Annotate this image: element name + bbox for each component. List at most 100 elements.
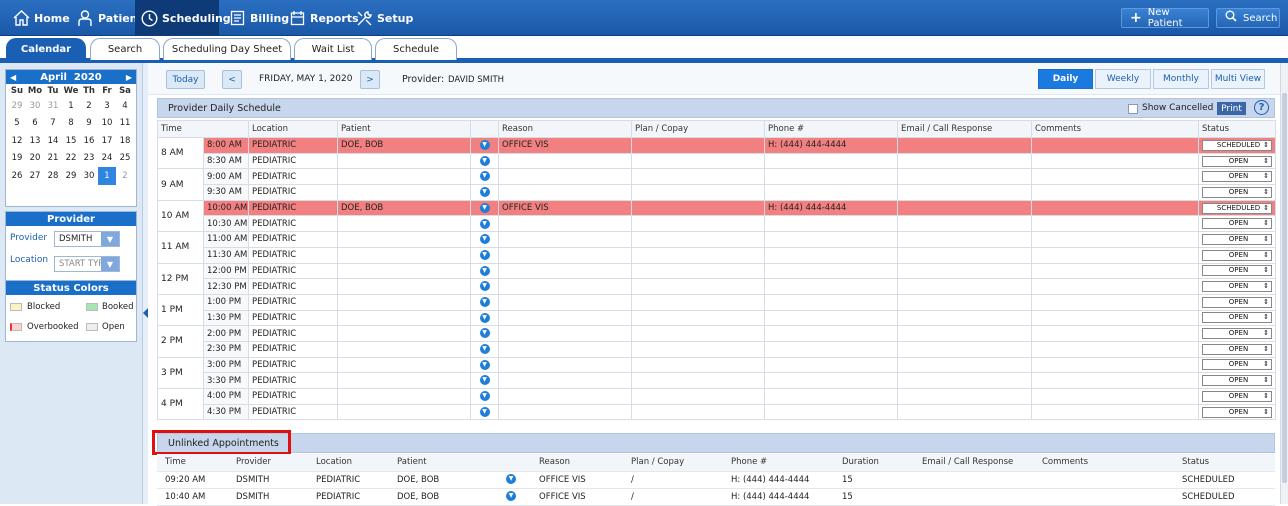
slot-expand-cell[interactable]: ▼ <box>470 403 499 421</box>
collapse-arrow-icon[interactable] <box>143 308 148 318</box>
unlinked-col-header[interactable]: Status <box>1174 454 1275 472</box>
help-icon[interactable]: ? <box>1254 100 1269 115</box>
schedule-row[interactable]: 2:30 PM PEDIATRIC ▼ OPEN <box>158 340 1276 358</box>
calendar-day[interactable]: 5 <box>8 115 26 133</box>
chevron-down-icon[interactable]: ▼ <box>479 171 490 182</box>
status-select[interactable]: OPEN <box>1202 359 1272 371</box>
calendar-day[interactable]: 1 <box>98 167 116 185</box>
tab-calendar[interactable]: Calendar <box>6 38 86 60</box>
schedule-col-header[interactable]: Phone # <box>764 120 898 138</box>
schedule-row[interactable]: 3 PM 3:00 PM PEDIATRIC ▼ OPEN <box>157 356 1276 390</box>
schedule-col-header[interactable] <box>470 120 499 138</box>
slot-expand-cell[interactable]: ▼ <box>470 215 499 233</box>
calendar-day[interactable]: 6 <box>26 115 44 133</box>
unlinked-col-header[interactable]: Time <box>157 454 228 472</box>
slot-patient[interactable] <box>337 168 471 186</box>
schedule-col-header[interactable]: Comments <box>1031 120 1199 138</box>
next-day-button[interactable]: > <box>360 70 380 89</box>
tab-search[interactable]: Search <box>90 38 160 60</box>
nav-setup[interactable]: Setup <box>349 0 419 36</box>
status-select[interactable]: OPEN <box>1202 375 1272 387</box>
calendar-day[interactable]: 12 <box>8 132 26 150</box>
show-cancelled-checkbox[interactable] <box>1128 104 1138 114</box>
calendar-day[interactable]: 17 <box>98 132 116 150</box>
slot-patient[interactable] <box>337 215 471 233</box>
chevron-down-icon[interactable]: ▼ <box>479 312 490 323</box>
calendar-day[interactable]: 29 <box>8 97 26 115</box>
chevron-down-icon[interactable]: ▼ <box>479 249 490 260</box>
tab-schedule[interactable]: Schedule <box>375 38 457 60</box>
schedule-row[interactable]: 9 AM 9:00 AM PEDIATRIC ▼ OPEN <box>157 168 1276 201</box>
calendar-day[interactable]: 14 <box>44 132 62 150</box>
slot-expand-cell[interactable]: ▼ <box>470 199 499 217</box>
slot-expand-cell[interactable]: ▼ <box>470 168 499 186</box>
chevron-down-icon[interactable]: ▼ <box>479 202 490 213</box>
calendar-prev-icon[interactable]: ◀ <box>10 73 16 82</box>
schedule-col-header[interactable]: Status <box>1198 120 1276 138</box>
calendar-day[interactable]: 2 <box>80 97 98 115</box>
slot-patient[interactable] <box>337 372 471 389</box>
status-select[interactable]: OPEN <box>1202 171 1272 183</box>
calendar-day[interactable]: 11 <box>116 115 134 133</box>
schedule-row[interactable]: 8 AM 8:00 AM PEDIATRIC DOE, BOB ▼ OFFICE VIS H… <box>157 136 1276 170</box>
chevron-down-icon[interactable]: ▼ <box>479 281 490 292</box>
slot-patient[interactable] <box>337 388 471 405</box>
calendar-day[interactable]: 20 <box>26 150 44 168</box>
slot-patient[interactable]: DOE, BOB <box>337 137 471 154</box>
status-select[interactable]: OPEN <box>1202 218 1272 230</box>
slot-patient[interactable] <box>337 325 471 342</box>
unlinked-col-header[interactable]: Email / Call Response <box>914 454 1034 472</box>
calendar-day[interactable]: 7 <box>44 115 62 133</box>
schedule-row[interactable]: 10:30 AM PEDIATRIC ▼ OPEN <box>158 215 1276 233</box>
calendar-day[interactable]: 1 <box>62 97 80 115</box>
calendar-day[interactable]: 13 <box>26 132 44 150</box>
slot-patient[interactable] <box>337 356 471 374</box>
slot-expand-cell[interactable]: ▼ <box>470 340 499 358</box>
calendar-day[interactable]: 29 <box>62 167 80 185</box>
schedule-row[interactable]: 1:30 PM PEDIATRIC ▼ OPEN <box>158 309 1276 327</box>
schedule-row[interactable]: 1 PM 1:00 PM PEDIATRIC ▼ OPEN <box>157 293 1276 327</box>
today-button[interactable]: Today <box>166 70 205 89</box>
slot-expand-cell[interactable]: ▼ <box>470 372 499 389</box>
chevron-down-icon[interactable]: ▼ <box>479 391 490 402</box>
unlinked-expand-cell[interactable]: ▼ <box>491 488 531 506</box>
status-select[interactable]: OPEN <box>1202 155 1272 167</box>
schedule-col-header[interactable]: Location <box>248 120 338 138</box>
slot-expand-cell[interactable]: ▼ <box>470 356 499 374</box>
slot-expand-cell[interactable]: ▼ <box>470 231 499 248</box>
chevron-down-icon[interactable]: ▼ <box>479 187 490 198</box>
unlinked-col-header[interactable]: Phone # <box>723 454 834 472</box>
search-button[interactable]: Search <box>1216 8 1280 28</box>
slot-patient[interactable] <box>337 262 471 280</box>
schedule-col-header[interactable]: Reason <box>498 120 632 138</box>
slot-patient[interactable] <box>337 278 471 295</box>
unlinked-col-header[interactable]: Comments <box>1034 454 1174 472</box>
schedule-col-header[interactable]: Plan / Copay <box>631 120 765 138</box>
status-select[interactable]: OPEN <box>1202 186 1272 198</box>
slot-expand-cell[interactable]: ▼ <box>470 388 499 405</box>
schedule-row[interactable]: 12 PM 12:00 PM PEDIATRIC ▼ OPEN <box>157 262 1276 295</box>
calendar-day[interactable]: 21 <box>44 150 62 168</box>
nav-scheduling[interactable]: Scheduling <box>135 0 231 36</box>
slot-patient[interactable]: DOE, BOB <box>337 199 471 217</box>
slot-expand-cell[interactable]: ▼ <box>470 184 499 201</box>
status-select[interactable]: SCHEDULED <box>1202 139 1272 151</box>
schedule-col-header[interactable]: Email / Call Response <box>897 120 1032 138</box>
status-select[interactable]: SCHEDULED <box>1202 202 1272 214</box>
chevron-down-icon[interactable]: ▼ <box>479 234 490 245</box>
schedule-row[interactable]: 11:30 AM PEDIATRIC ▼ OPEN <box>158 246 1276 264</box>
provider-select[interactable]: DSMITH ▼ <box>54 231 120 247</box>
new-patient-button[interactable]: + New Patient <box>1121 7 1209 29</box>
status-select[interactable]: OPEN <box>1202 343 1272 355</box>
schedule-row[interactable]: 3:30 PM PEDIATRIC ▼ OPEN <box>158 372 1276 389</box>
slot-expand-cell[interactable]: ▼ <box>470 262 499 280</box>
schedule-row[interactable]: 11 AM 11:00 AM PEDIATRIC ▼ OPEN <box>157 231 1276 264</box>
unlinked-col-header[interactable]: Patient <box>389 454 491 472</box>
slot-expand-cell[interactable]: ▼ <box>470 152 499 170</box>
slot-expand-cell[interactable]: ▼ <box>470 325 499 342</box>
schedule-col-header[interactable]: Patient <box>337 120 471 138</box>
slot-patient[interactable] <box>337 246 471 264</box>
calendar-day[interactable]: 18 <box>116 132 134 150</box>
unlinked-col-header[interactable]: Plan / Copay <box>623 454 723 472</box>
chevron-down-icon[interactable]: ▼ <box>479 375 490 386</box>
